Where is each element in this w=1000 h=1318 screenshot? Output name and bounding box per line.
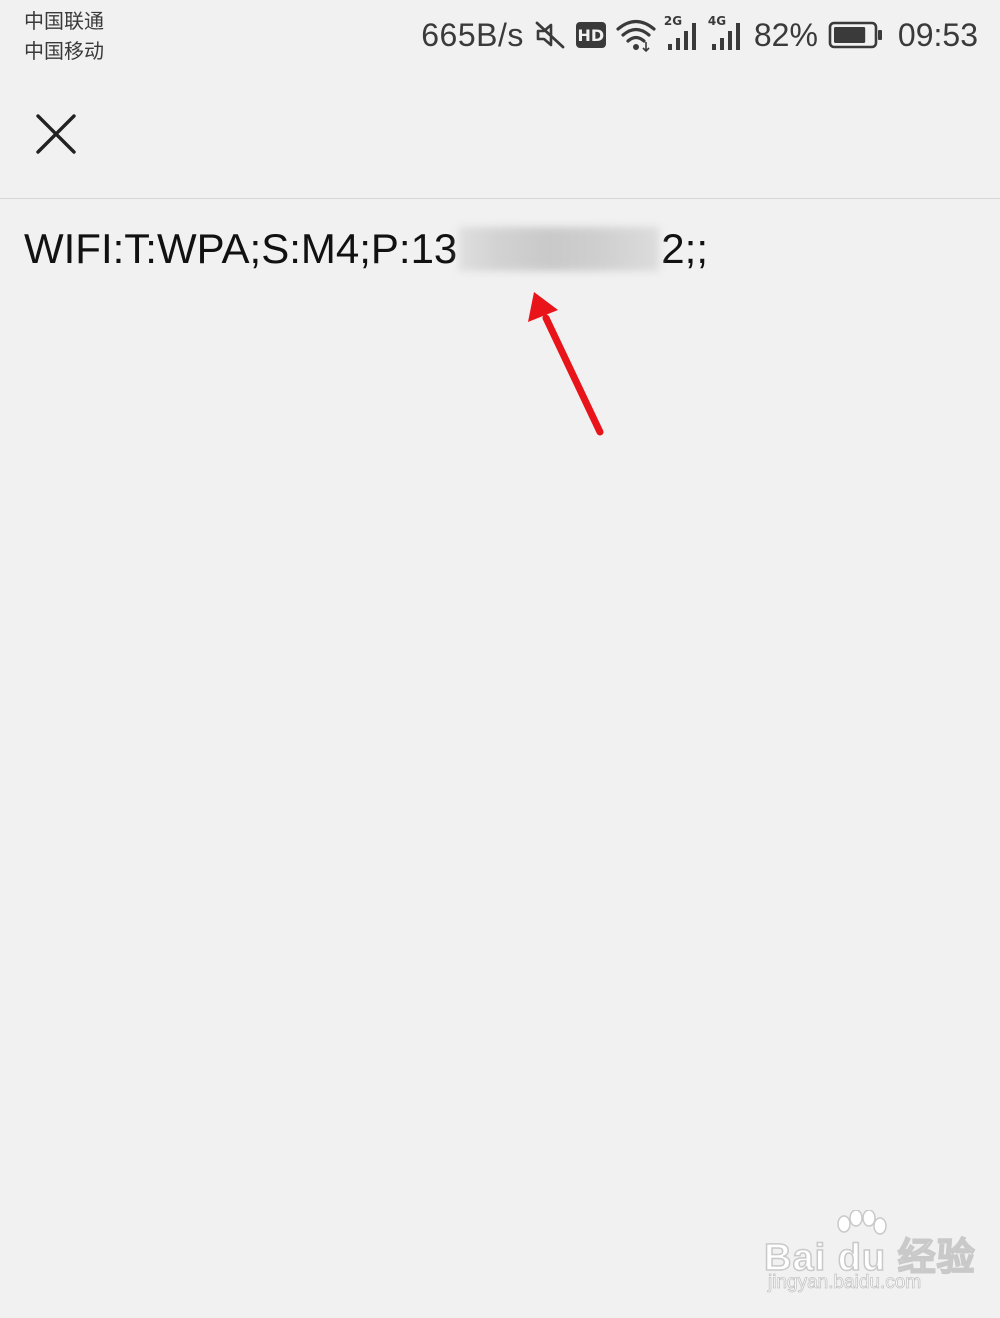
paw-logo-icon	[837, 1210, 887, 1235]
status-icons: 665B/s HD 2G 4G 82% 09:53	[421, 12, 978, 58]
signal-4g-icon: 4G	[708, 14, 744, 52]
wifi-icon	[616, 18, 656, 52]
wifi-config-text: WIFI:T:WPA;S:M4;P:13 2;;	[24, 222, 976, 276]
clock: 09:53	[897, 17, 978, 53]
battery-icon	[828, 20, 884, 50]
carrier-2-label: 中国移动	[24, 39, 104, 63]
mute-icon	[534, 19, 566, 51]
carrier-info: 中国联通 中国移动	[24, 6, 104, 66]
network-speed: 665B/s	[421, 17, 524, 53]
close-icon	[36, 114, 76, 154]
top-bar	[0, 72, 1000, 199]
signal-2g-label: 2G	[663, 14, 683, 28]
wifi-text-prefix: WIFI:T:WPA;S:M4;P:13	[24, 225, 458, 272]
status-bar: 中国联通 中国移动 665B/s HD 2G 4G 82% 09:53	[0, 0, 1000, 72]
signal-4g-label: 4G	[707, 14, 727, 28]
close-button[interactable]	[24, 102, 88, 166]
battery-fill	[833, 27, 866, 43]
hd-voice-icon: HD	[575, 22, 606, 48]
watermark-url: jingyan.baidu.com	[768, 1272, 922, 1294]
blurred-password	[459, 227, 660, 271]
signal-2g-icon: 2G	[664, 14, 700, 52]
wifi-text-suffix: 2;;	[661, 225, 708, 272]
baidu-watermark: Bai du 经验 jingyan.baidu.com	[763, 1210, 975, 1300]
red-arrow-annotation	[528, 292, 604, 436]
watermark-logo-text: Bai du 经验	[763, 1236, 976, 1280]
carrier-1-label: 中国联通	[24, 9, 104, 33]
scan-result: WIFI:T:WPA;S:M4;P:13 2;;	[24, 222, 976, 276]
battery-percent: 82%	[753, 17, 818, 53]
